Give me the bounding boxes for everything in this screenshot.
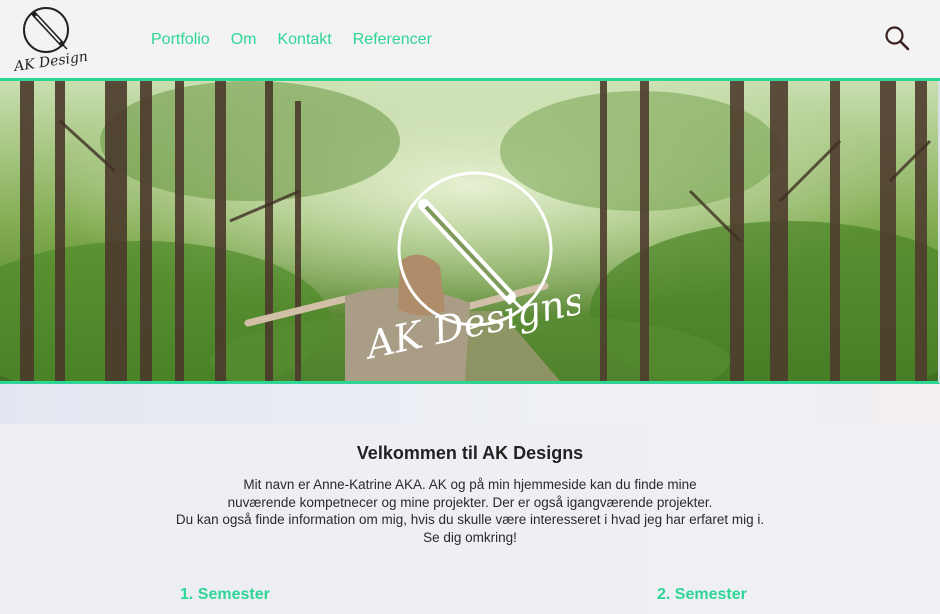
intro-line: Du kan også finde information om mig, hv… — [175, 512, 765, 527]
decorative-band — [0, 384, 940, 424]
page-title: Velkommen til AK Designs — [356, 443, 584, 463]
semester-2-link[interactable]: 2. Semester — [657, 586, 747, 604]
intro-line: Mit navn er Anne-Katrine AKA. AK og på m… — [243, 477, 697, 492]
nav-item-om[interactable]: Om — [231, 31, 257, 49]
search-button[interactable] — [884, 25, 910, 51]
intro-line: Se dig omkring! — [423, 529, 517, 545]
nav-item-referencer[interactable]: Referencer — [353, 31, 432, 49]
site-header: AK Designs Portfolio Om Kontakt Referenc… — [0, 0, 940, 81]
ak-designs-logo[interactable]: AK Designs — [11, 2, 96, 75]
pen-logo-icon: AK Designs — [11, 7, 96, 75]
nav-item-portfolio[interactable]: Portfolio — [151, 31, 210, 49]
hero-banner: AK Designs — [0, 81, 940, 384]
nav-item-kontakt[interactable]: Kontakt — [277, 31, 331, 49]
semester-1-link[interactable]: 1. Semester — [180, 586, 270, 604]
svg-text:AK Designs: AK Designs — [360, 278, 580, 368]
hero-logo-overlay: AK Designs — [360, 169, 588, 369]
main-nav: Portfolio Om Kontakt Referencer — [151, 31, 432, 49]
search-icon — [885, 26, 910, 51]
pen-logo-icon: AK Designs — [360, 171, 588, 368]
intro-text: Mit navn er Anne-Katrine AKA. AK og på m… — [0, 476, 940, 546]
intro-line: nuværende kompetnecer og mine projekter.… — [227, 494, 713, 510]
